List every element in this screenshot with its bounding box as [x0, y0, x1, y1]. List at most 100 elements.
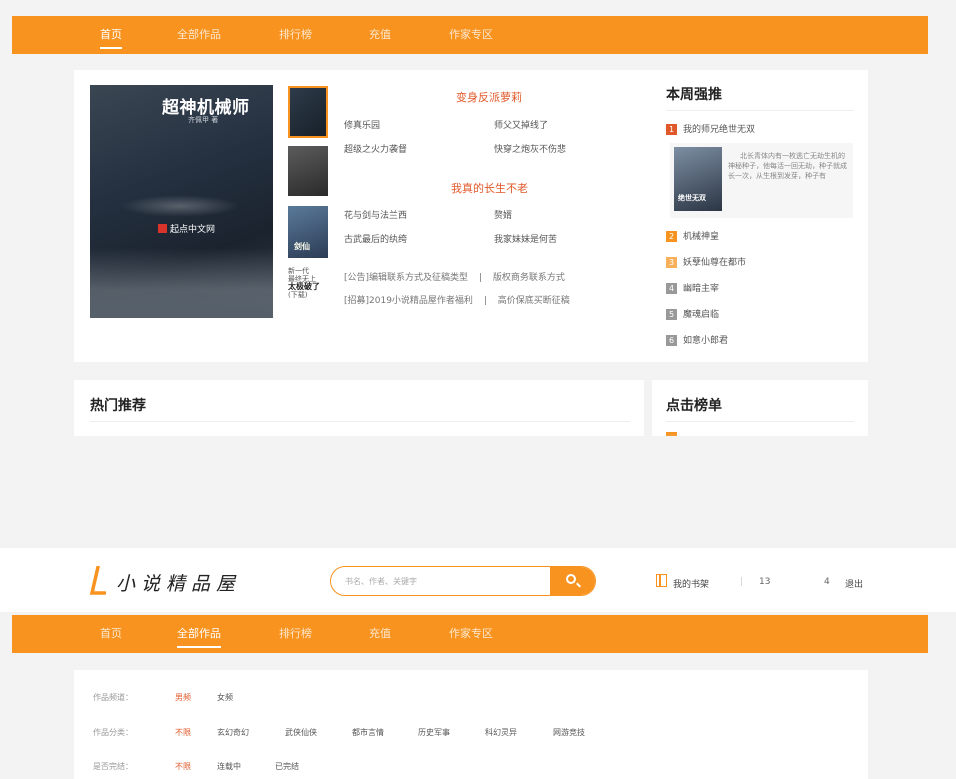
feature-cover-title: 绝世无双	[678, 194, 706, 202]
block1-title[interactable]: 变身反派萝莉	[456, 89, 522, 105]
featured-cover[interactable]: 超神机械师 齐佩甲 著 起点中文网	[90, 85, 273, 318]
bookshelf-link[interactable]: 我的书架	[673, 577, 709, 590]
filter-option[interactable]: 都市言情	[352, 727, 384, 738]
filter-option[interactable]: 科幻灵异	[485, 727, 517, 738]
rank-number: 1	[666, 124, 677, 135]
book-link[interactable]: 超级之火力袭督	[344, 142, 407, 155]
rank-item[interactable]: 3 妖孽仙尊在都市	[666, 255, 746, 268]
cover-brand: 起点中文网	[158, 222, 215, 235]
nav-recharge[interactable]: 充值	[369, 615, 391, 653]
search-box: 书名、作者、关键字	[330, 566, 596, 596]
thumb-cover-3[interactable]: 剑仙	[288, 206, 328, 258]
rank-number: 6	[666, 335, 677, 346]
weekly-feature[interactable]: 绝世无双 北长青体内有一枚逃亡无劫生机的神秘种子，他每活一回无劫，种子就成长一次…	[670, 143, 853, 218]
filter-label-channel: 作品频道：	[93, 693, 133, 702]
notice-link[interactable]: [招募]2019小说精品屋作者福利	[344, 296, 473, 306]
search-input[interactable]: 书名、作者、关键字	[345, 576, 417, 587]
screenshot-fade	[0, 432, 956, 472]
filter-option[interactable]: 不限	[175, 727, 191, 738]
notice-2: [招募]2019小说精品屋作者福利 | 高价保底买断征稿	[344, 293, 570, 306]
hot-title: 热门推荐	[90, 398, 146, 414]
notice-link[interactable]: 版权商务联系方式	[493, 273, 565, 283]
divider	[666, 421, 854, 422]
top-nav: 首页 全部作品 排行榜 充值 作家专区	[12, 16, 928, 54]
filter-option[interactable]: 已完结	[275, 761, 299, 772]
user-phone-tail[interactable]: 4	[824, 577, 830, 587]
book-link[interactable]: 快穿之炮灰不伤悲	[494, 142, 566, 155]
rank-item[interactable]: 6 如意小郎君	[666, 333, 728, 346]
rank-name: 机械神皇	[683, 232, 720, 242]
notice-link[interactable]: [公告]编辑联系方式及征稿类型	[344, 273, 468, 283]
nav-recharge[interactable]: 充值	[369, 16, 391, 54]
nav-all-works[interactable]: 全部作品	[177, 16, 221, 54]
filter-label-status: 是否完结：	[93, 762, 133, 771]
book-link[interactable]: 赘婿	[494, 208, 512, 221]
rank-name: 我的师兄绝世无双	[683, 125, 756, 135]
rank-number: 4	[666, 283, 677, 294]
notice-separator: |	[478, 273, 482, 283]
nav-ranking[interactable]: 排行榜	[279, 615, 312, 653]
filter-option[interactable]: 连载中	[217, 761, 241, 772]
filter-option[interactable]: 玄幻奇幻	[217, 727, 249, 738]
weekly-title: 本周强推	[666, 87, 722, 103]
cover-art	[120, 195, 240, 217]
book-link[interactable]: 花与剑与法兰西	[344, 208, 407, 221]
filter-card	[74, 670, 868, 779]
cover-brand-label: 起点中文网	[170, 225, 216, 235]
thumb-cover-1[interactable]	[288, 86, 328, 138]
filter-label-category: 作品分类：	[93, 728, 133, 737]
brand-icon	[158, 224, 167, 233]
logout-link[interactable]: 退出	[845, 577, 863, 590]
book-link[interactable]: 师父又掉线了	[494, 118, 548, 131]
filter-option[interactable]: 武侠仙侠	[285, 727, 317, 738]
rank-name: 妖孽仙尊在都市	[683, 258, 747, 268]
thumb4-line: (下载)	[288, 291, 308, 299]
rank-number: 3	[666, 257, 677, 268]
notice-separator: |	[483, 296, 487, 306]
notice-1: [公告]编辑联系方式及征稿类型 | 版权商务联系方式	[344, 270, 565, 283]
search-button[interactable]	[550, 567, 595, 595]
divider	[90, 421, 630, 422]
book-link[interactable]: 修真乐园	[344, 118, 380, 131]
logo-icon	[89, 566, 106, 595]
search-icon	[566, 574, 576, 584]
filter-option[interactable]: 不限	[175, 761, 191, 772]
rank-name: 幽暗主宰	[683, 284, 720, 294]
thumb-cover-2[interactable]	[288, 146, 328, 196]
filter-option[interactable]: 网游竞技	[553, 727, 585, 738]
cover-author: 齐佩甲 著	[188, 116, 219, 124]
hot-card	[74, 380, 644, 436]
rank-item[interactable]: 1 我的师兄绝世无双	[666, 122, 755, 135]
book-link[interactable]: 古武最后的纨绔	[344, 232, 407, 245]
nav-author-zone[interactable]: 作家专区	[449, 16, 493, 54]
rank-item[interactable]: 2 机械神皇	[666, 229, 719, 242]
filter-option[interactable]: 男频	[175, 692, 191, 703]
logo-text[interactable]: 小说精品屋	[116, 569, 241, 596]
rank-item[interactable]: 4 幽暗主宰	[666, 281, 719, 294]
thumb4-line: 新一代	[288, 267, 309, 275]
click-rank-title: 点击榜单	[666, 398, 722, 414]
bookshelf-icon[interactable]	[656, 574, 667, 587]
nav-home[interactable]: 首页	[100, 16, 122, 54]
nav-all-works[interactable]: 全部作品	[177, 615, 221, 653]
rank-number: 5	[666, 309, 677, 320]
rank-name: 魔魂启临	[683, 310, 720, 320]
divider	[666, 110, 854, 111]
block2-title[interactable]: 我真的长生不老	[451, 180, 528, 196]
filter-option[interactable]: 历史军事	[418, 727, 450, 738]
notice-link[interactable]: 高价保底买断征稿	[498, 296, 570, 306]
book-link[interactable]: 我家妹妹是何苦	[494, 232, 557, 245]
separator: |	[740, 577, 744, 587]
thumb4-line: 太极破了	[288, 282, 320, 291]
user-phone[interactable]: 13	[759, 577, 770, 587]
nav-ranking[interactable]: 排行榜	[279, 16, 312, 54]
filter-option[interactable]: 女频	[217, 692, 233, 703]
thumb-cover-3-label: 剑仙	[294, 242, 310, 251]
rank-item[interactable]: 5 魔魂启临	[666, 307, 719, 320]
cover-art-ship	[90, 248, 273, 318]
nav-author-zone[interactable]: 作家专区	[449, 615, 493, 653]
feature-description: 北长青体内有一枚逃亡无劫生机的神秘种子，他每活一回无劫，种子就成长一次，从生根到…	[728, 152, 847, 180]
feature-cover: 绝世无双	[674, 147, 722, 211]
nav-home[interactable]: 首页	[100, 615, 122, 653]
thumb-cover-4[interactable]: 新一代 最终无上 太极破了 (下载)	[288, 265, 328, 317]
